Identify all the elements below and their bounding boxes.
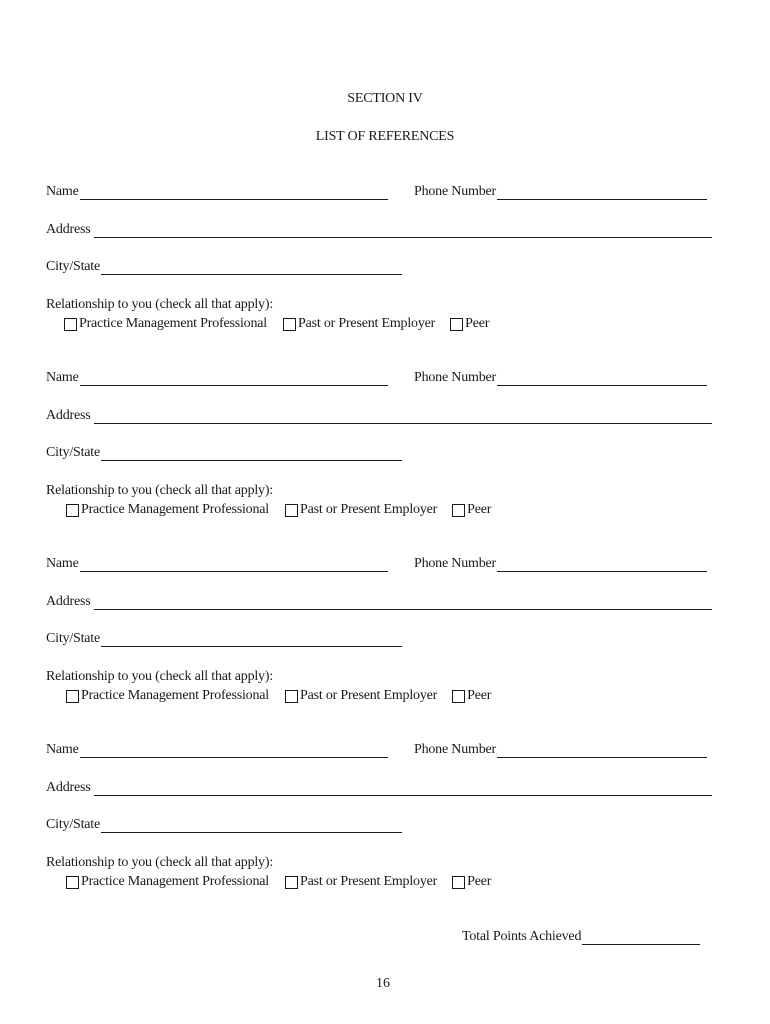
relationship-options: Practice Management Professional Past or… — [66, 688, 491, 704]
address-label: Address — [46, 408, 91, 423]
option-past-present-employer[interactable]: Past or Present Employer — [284, 688, 438, 704]
option-label: Practice Management Professional — [81, 688, 269, 703]
city-state-row: City/State — [46, 631, 403, 647]
address-field[interactable] — [94, 410, 713, 424]
name-label: Name — [46, 370, 79, 385]
phone-row: Phone Number — [414, 370, 707, 386]
city-state-field[interactable] — [101, 633, 403, 647]
city-state-row: City/State — [46, 259, 403, 275]
phone-label: Phone Number — [414, 184, 496, 199]
checkbox-practice-management[interactable] — [66, 875, 79, 889]
section-heading: SECTION IV — [347, 91, 423, 106]
option-peer[interactable]: Peer — [450, 316, 489, 332]
page-title: LIST OF REFERENCES — [315, 129, 455, 144]
option-peer[interactable]: Peer — [452, 502, 491, 518]
total-points-field[interactable] — [582, 931, 701, 945]
name-row: Name — [46, 556, 388, 572]
address-field[interactable] — [94, 596, 713, 610]
address-row: Address — [46, 222, 713, 238]
phone-label: Phone Number — [414, 556, 496, 571]
relationship-label: Relationship to you (check all that appl… — [46, 855, 274, 870]
option-past-present-employer[interactable]: Past or Present Employer — [282, 316, 436, 332]
city-state-field[interactable] — [101, 261, 403, 275]
phone-field[interactable] — [496, 558, 707, 572]
total-points-label: Total Points Achieved — [462, 929, 582, 944]
checkbox-peer[interactable] — [450, 317, 464, 331]
option-label: Peer — [467, 874, 492, 889]
relationship-options: Practice Management Professional Past or… — [66, 502, 491, 518]
address-row: Address — [46, 594, 713, 610]
phone-row: Phone Number — [414, 742, 707, 758]
phone-field[interactable] — [496, 186, 707, 200]
option-past-present-employer[interactable]: Past or Present Employer — [284, 874, 438, 890]
name-field[interactable] — [79, 372, 388, 386]
option-practice-management[interactable]: Practice Management Professional — [66, 502, 269, 518]
phone-row: Phone Number — [414, 184, 707, 200]
name-label: Name — [46, 742, 79, 757]
name-label: Name — [46, 556, 79, 571]
phone-label: Phone Number — [414, 742, 496, 757]
address-label: Address — [46, 780, 91, 795]
name-field[interactable] — [79, 744, 388, 758]
checkbox-peer[interactable] — [452, 875, 466, 889]
checkbox-past-present-employer[interactable] — [284, 503, 298, 517]
option-label: Past or Present Employer — [299, 502, 438, 517]
name-row: Name — [46, 184, 388, 200]
checkbox-peer[interactable] — [452, 689, 466, 703]
relationship-options: Practice Management Professional Past or… — [64, 316, 489, 332]
city-state-label: City/State — [46, 259, 101, 274]
option-label: Peer — [467, 688, 492, 703]
option-label: Past or Present Employer — [297, 316, 436, 331]
address-label: Address — [46, 594, 91, 609]
city-state-row: City/State — [46, 445, 403, 461]
phone-field[interactable] — [496, 744, 707, 758]
relationship-label: Relationship to you (check all that appl… — [46, 297, 274, 312]
phone-field[interactable] — [496, 372, 707, 386]
city-state-label: City/State — [46, 445, 101, 460]
city-state-row: City/State — [46, 817, 403, 833]
option-label: Practice Management Professional — [81, 874, 269, 889]
address-field[interactable] — [94, 782, 713, 796]
relationship-label: Relationship to you (check all that appl… — [46, 483, 274, 498]
total-points-row: Total Points Achieved — [462, 929, 701, 945]
checkbox-peer[interactable] — [452, 503, 466, 517]
option-past-present-employer[interactable]: Past or Present Employer — [284, 502, 438, 518]
checkbox-past-present-employer[interactable] — [284, 689, 298, 703]
option-peer[interactable]: Peer — [452, 688, 491, 704]
phone-row: Phone Number — [414, 556, 707, 572]
address-row: Address — [46, 780, 713, 796]
option-practice-management[interactable]: Practice Management Professional — [66, 874, 269, 890]
option-label: Past or Present Employer — [299, 688, 438, 703]
city-state-field[interactable] — [101, 819, 403, 833]
phone-label: Phone Number — [414, 370, 496, 385]
checkbox-past-present-employer[interactable] — [284, 875, 298, 889]
option-label: Peer — [465, 316, 490, 331]
checkbox-practice-management[interactable] — [66, 503, 79, 517]
name-label: Name — [46, 184, 79, 199]
name-field[interactable] — [79, 558, 388, 572]
option-peer[interactable]: Peer — [452, 874, 491, 890]
option-label: Past or Present Employer — [299, 874, 438, 889]
option-label: Practice Management Professional — [79, 316, 267, 331]
city-state-field[interactable] — [101, 447, 403, 461]
address-label: Address — [46, 222, 91, 237]
option-practice-management[interactable]: Practice Management Professional — [66, 688, 269, 704]
city-state-label: City/State — [46, 817, 101, 832]
address-field[interactable] — [94, 224, 713, 238]
checkbox-past-present-employer[interactable] — [282, 317, 296, 331]
option-practice-management[interactable]: Practice Management Professional — [64, 316, 267, 332]
page-number: 16 — [376, 976, 390, 991]
option-label: Practice Management Professional — [81, 502, 269, 517]
city-state-label: City/State — [46, 631, 101, 646]
checkbox-practice-management[interactable] — [64, 317, 77, 331]
name-row: Name — [46, 370, 388, 386]
address-row: Address — [46, 408, 713, 424]
option-label: Peer — [467, 502, 492, 517]
name-field[interactable] — [79, 186, 388, 200]
name-row: Name — [46, 742, 388, 758]
checkbox-practice-management[interactable] — [66, 689, 79, 703]
relationship-options: Practice Management Professional Past or… — [66, 874, 491, 890]
relationship-label: Relationship to you (check all that appl… — [46, 669, 274, 684]
